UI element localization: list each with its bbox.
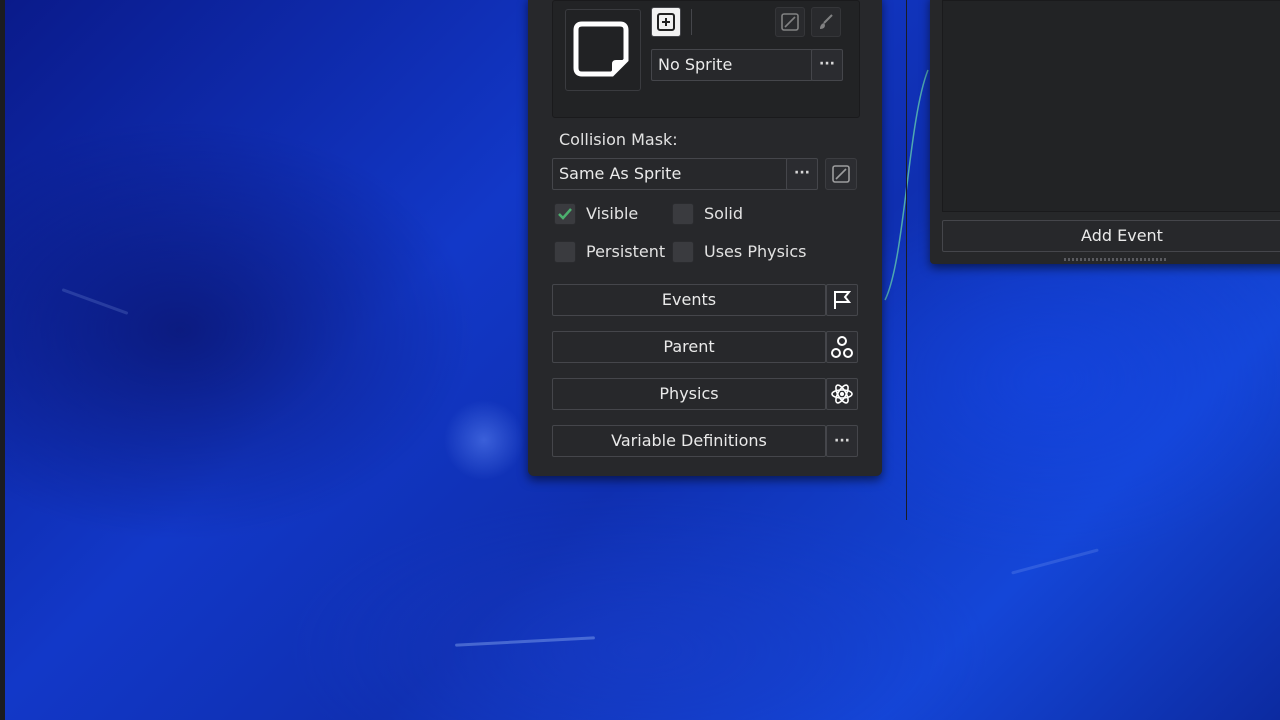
- edit-sprite-button[interactable]: [775, 7, 805, 37]
- background-scratch: [455, 636, 595, 647]
- window-left-edge: [0, 0, 5, 720]
- persistent-label: Persistent: [586, 242, 666, 261]
- parent-icon-button[interactable]: [826, 331, 858, 363]
- more-dots-icon: ···: [834, 433, 850, 449]
- uses-physics-label: Uses Physics: [704, 242, 807, 261]
- events-list[interactable]: [942, 0, 1280, 212]
- add-event-button[interactable]: Add Event: [942, 220, 1280, 252]
- physics-button[interactable]: Physics: [552, 378, 826, 410]
- events-icon-button[interactable]: [826, 284, 858, 316]
- visible-label: Visible: [586, 204, 639, 223]
- collision-mask-field[interactable]: Same As Sprite: [552, 158, 788, 190]
- collision-mask-edit-button[interactable]: [825, 158, 857, 190]
- collision-mask-label: Collision Mask:: [559, 130, 678, 149]
- new-sprite-icon: [657, 13, 675, 31]
- edit-image-icon: [781, 13, 799, 31]
- persistent-checkbox[interactable]: [554, 241, 576, 263]
- check-icon: [558, 208, 572, 220]
- solid-label: Solid: [704, 204, 743, 223]
- variable-definitions-button[interactable]: Variable Definitions: [552, 425, 826, 457]
- sprite-more-button[interactable]: ···: [811, 49, 843, 81]
- paint-sprite-button[interactable]: [811, 7, 841, 37]
- toolbar-separator: [691, 9, 692, 35]
- flag-icon: [834, 291, 852, 309]
- guide-line: [906, 0, 907, 520]
- visible-checkbox[interactable]: [554, 203, 576, 225]
- parent-hierarchy-icon: [831, 336, 853, 358]
- sprite-section: No Sprite ···: [552, 0, 860, 118]
- variable-definitions-more-button[interactable]: ···: [826, 425, 858, 457]
- physics-icon-button[interactable]: [826, 378, 858, 410]
- collision-mask-more-button[interactable]: ···: [786, 158, 818, 190]
- background-scratch: [61, 288, 129, 315]
- no-sprite-icon: [573, 21, 629, 77]
- physics-atom-icon: [831, 384, 853, 404]
- parent-button[interactable]: Parent: [552, 331, 826, 363]
- solid-checkbox[interactable]: [672, 203, 694, 225]
- events-button[interactable]: Events: [552, 284, 826, 316]
- resize-grip[interactable]: [1064, 258, 1168, 261]
- object-panel: No Sprite ··· Collision Mask: Same As Sp…: [528, 0, 882, 476]
- brush-icon: [820, 14, 833, 29]
- sprite-thumbnail[interactable]: [565, 9, 641, 91]
- sprite-name-field[interactable]: No Sprite: [651, 49, 813, 81]
- new-sprite-button[interactable]: [651, 7, 681, 37]
- events-panel: Add Event: [930, 0, 1280, 264]
- edit-image-icon: [832, 165, 850, 183]
- uses-physics-checkbox[interactable]: [672, 241, 694, 263]
- background-scratch: [1011, 548, 1099, 575]
